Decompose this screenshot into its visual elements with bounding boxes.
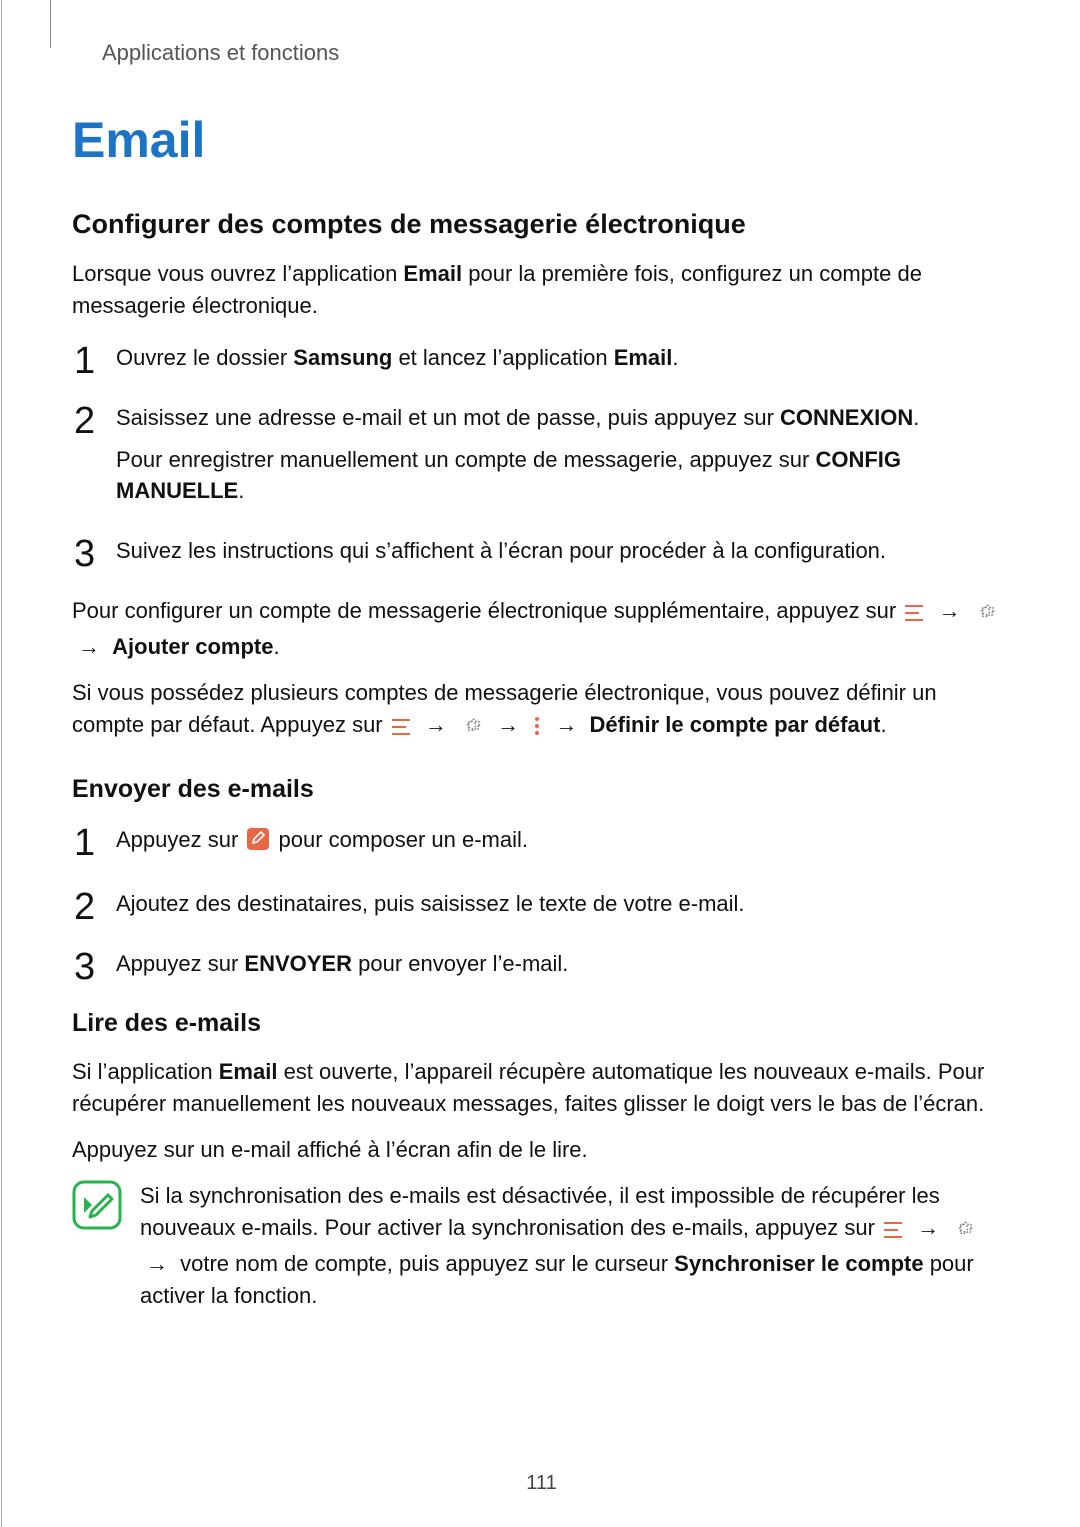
paragraph-read-auto: Si l’application Email est ouverte, l’ap… xyxy=(72,1056,1011,1120)
text: Saisissez une adresse e-mail et un mot d… xyxy=(116,405,780,430)
bold-text: Email xyxy=(614,345,673,370)
steps-list-send: Appuyez sur pour composer un e-mail. Ajo… xyxy=(72,824,1011,980)
paragraph-read-tap: Appuyez sur un e-mail affiché à l’écran … xyxy=(72,1134,1011,1166)
list-item: Appuyez sur pour composer un e-mail. xyxy=(72,824,1011,860)
note-text: Si la synchronisation des e-mails est dé… xyxy=(140,1180,1011,1312)
section-heading-read: Lire des e-mails xyxy=(72,1009,1011,1038)
text: . xyxy=(880,712,886,737)
gear-icon xyxy=(461,713,483,745)
note-icon xyxy=(72,1180,122,1235)
gear-icon xyxy=(953,1216,975,1248)
paragraph-add-account: Pour configurer un compte de messagerie … xyxy=(72,595,1011,663)
note-block: Si la synchronisation des e-mails est dé… xyxy=(72,1180,1011,1312)
text: pour envoyer l’e-mail. xyxy=(352,951,568,976)
text: pour composer un e-mail. xyxy=(279,827,528,852)
bold-text: Email xyxy=(219,1059,278,1084)
bold-text: Synchroniser le compte xyxy=(674,1251,923,1276)
text: Appuyez sur xyxy=(116,951,244,976)
bold-text: CONNEXION xyxy=(780,405,913,430)
breadcrumb: Applications et fonctions xyxy=(102,40,1011,66)
margin-rule xyxy=(50,0,51,48)
document-page: Applications et fonctions Email Configur… xyxy=(1,0,1080,1527)
list-item: Suivez les instructions qui s’affichent … xyxy=(72,535,1011,567)
text: Si la synchronisation des e-mails est dé… xyxy=(140,1183,940,1240)
text: Appuyez sur xyxy=(116,827,244,852)
text: Pour enregistrer manuellement un compte … xyxy=(116,447,815,472)
bold-text: ENVOYER xyxy=(244,951,352,976)
page-number: 111 xyxy=(2,1472,1080,1495)
bold-text: Définir le compte par défaut xyxy=(590,712,881,737)
text: . xyxy=(238,478,244,503)
text: Pour configurer un compte de messagerie … xyxy=(72,598,902,623)
arrow-icon: → xyxy=(146,1248,168,1280)
list-item: Appuyez sur ENVOYER pour envoyer l’e-mai… xyxy=(72,948,1011,980)
section-heading-configure: Configurer des comptes de messagerie éle… xyxy=(72,209,1011,240)
list-item: Ajoutez des destinataires, puis saisisse… xyxy=(72,888,1011,920)
sub-text: Pour enregistrer manuellement un compte … xyxy=(116,444,1011,508)
paragraph-default-account: Si vous possédez plusieurs comptes de me… xyxy=(72,677,1011,745)
text: . xyxy=(913,405,919,430)
text: Ouvrez le dossier xyxy=(116,345,293,370)
text: . xyxy=(273,634,279,659)
text: Ajoutez des destinataires, puis saisisse… xyxy=(116,891,745,916)
text: Si l’application xyxy=(72,1059,219,1084)
bold-text: Email xyxy=(403,261,462,286)
arrow-icon: → xyxy=(939,595,961,627)
bold-text: Samsung xyxy=(293,345,392,370)
section-heading-send: Envoyer des e-mails xyxy=(72,775,1011,804)
text: Lorsque vous ouvrez l’application xyxy=(72,261,403,286)
text: . xyxy=(672,345,678,370)
arrow-icon: → xyxy=(917,1212,939,1244)
text: votre nom de compte, puis appuyez sur le… xyxy=(180,1251,674,1276)
more-dots-icon xyxy=(533,713,541,745)
menu-icon xyxy=(883,1216,903,1248)
list-item: Ouvrez le dossier Samsung et lancez l’ap… xyxy=(72,342,1011,374)
arrow-icon: → xyxy=(425,709,447,741)
menu-icon xyxy=(391,713,411,745)
page-title: Email xyxy=(72,111,1011,169)
list-item: Saisissez une adresse e-mail et un mot d… xyxy=(72,402,1011,508)
text: et lancez l’application xyxy=(392,345,613,370)
steps-list-configure: Ouvrez le dossier Samsung et lancez l’ap… xyxy=(72,342,1011,567)
gear-icon xyxy=(975,599,997,631)
text: Suivez les instructions qui s’affichent … xyxy=(116,538,886,563)
bold-text: Ajouter compte xyxy=(112,634,273,659)
intro-paragraph: Lorsque vous ouvrez l’application Email … xyxy=(72,258,1011,322)
compose-icon xyxy=(246,827,270,860)
arrow-icon: → xyxy=(78,631,100,663)
arrow-icon: → xyxy=(497,709,519,741)
menu-icon xyxy=(904,599,924,631)
arrow-icon: → xyxy=(555,709,577,741)
